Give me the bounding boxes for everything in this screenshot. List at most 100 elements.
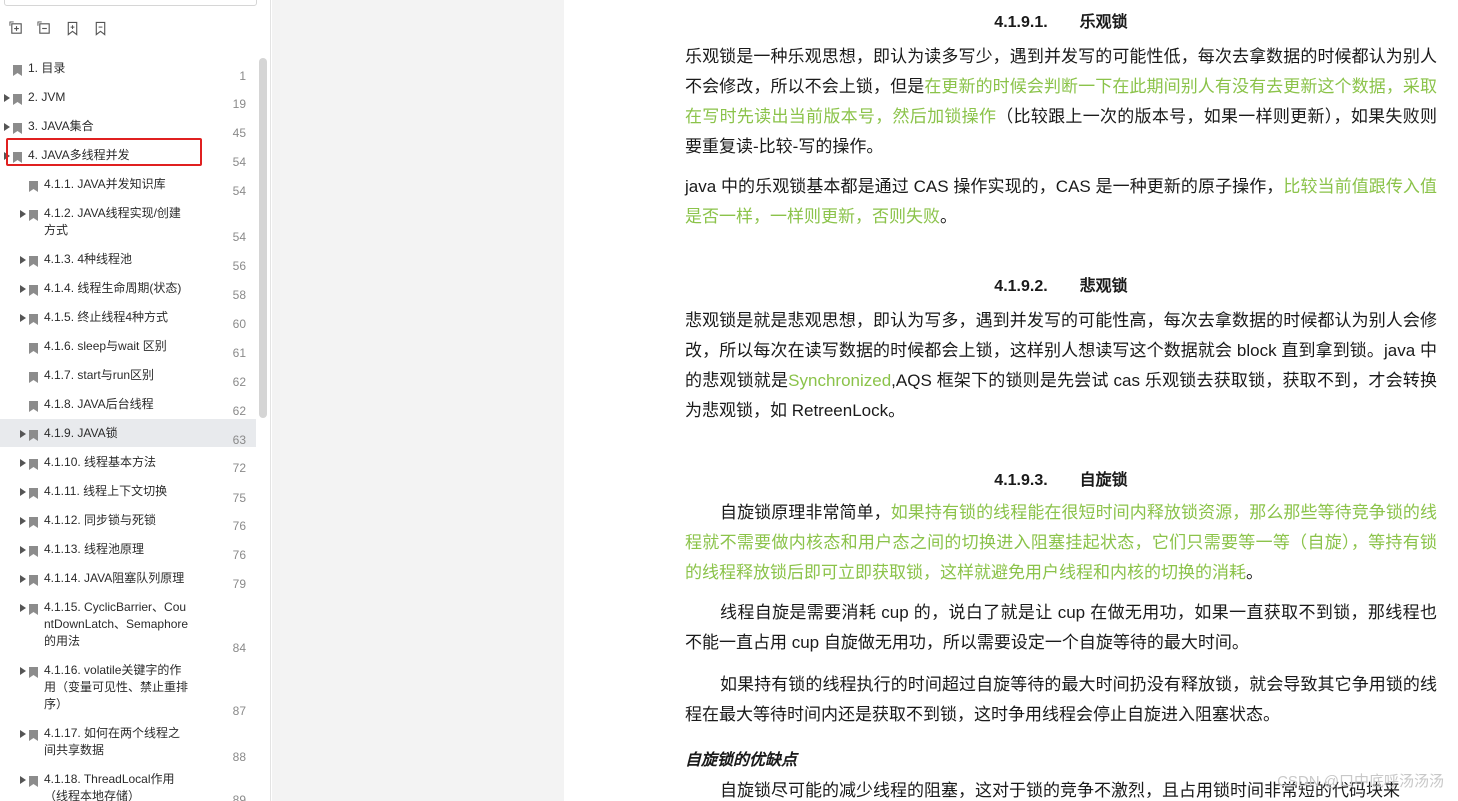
bookmark-icon — [29, 457, 38, 470]
outline-item[interactable]: 4.1.8. JAVA后台线程 62 — [0, 396, 256, 420]
outline-item[interactable]: 4. JAVA多线程并发 54 — [0, 147, 256, 171]
bookmark-icon — [29, 544, 38, 557]
outline-item-page: 58 — [232, 288, 246, 302]
outline-item[interactable]: 1. 目录 1 — [0, 60, 256, 84]
outline-item-page: 45 — [232, 126, 246, 140]
bookmark-icon — [13, 92, 22, 105]
text: 线程自旋是需要消耗 cup 的，说白了就是让 cup 在做无用功，如果一直获取不… — [685, 603, 1437, 652]
outline-item-page: 87 — [232, 704, 246, 718]
expand-arrow-icon[interactable] — [19, 727, 27, 741]
outline-item[interactable]: 4.1.4. 线程生命周期(状态) 58 — [0, 280, 256, 304]
bookmark-icon — [29, 399, 38, 412]
expand-arrow-icon[interactable] — [19, 311, 27, 325]
page-gap — [272, 0, 564, 801]
bookmark-icon — [29, 370, 38, 383]
text: java 中的乐观锁基本都是通过 CAS 操作实现的，CAS 是一种更新的原子操… — [685, 177, 1284, 196]
expand-arrow-icon[interactable] — [19, 207, 27, 221]
outline-item-page: 61 — [232, 346, 246, 360]
collapse-all-icon[interactable] — [36, 20, 53, 37]
bookmark-icon — [29, 341, 38, 354]
section-number: 4.1.9.2. — [994, 278, 1048, 295]
outline-item-label: 4. JAVA多线程并发 — [28, 148, 130, 162]
bookmark-icon — [29, 573, 38, 586]
outline-item[interactable]: 4.1.12. 同步锁与死锁 76 — [0, 512, 256, 536]
outline-item[interactable]: 4.1.9. JAVA锁 63 — [0, 419, 256, 447]
outline-item[interactable]: 4.1.3. 4种线程池 56 — [0, 251, 256, 275]
outline-item-page: 79 — [232, 577, 246, 591]
outline-item[interactable]: 3. JAVA集合 45 — [0, 118, 256, 142]
outline-item[interactable]: 4.1.10. 线程基本方法 72 — [0, 454, 256, 478]
outline-item-label: 4.1.17. 如何在两个线程之间共享数据 — [44, 726, 181, 757]
expand-arrow-icon[interactable] — [19, 601, 27, 615]
search-box[interactable] — [4, 0, 257, 6]
outline-item[interactable]: 4.1.18. ThreadLocal作用（线程本地存储） 89 — [0, 771, 256, 801]
bookmark-icon — [29, 428, 38, 441]
outline-item[interactable]: 4.1.11. 线程上下文切换 75 — [0, 483, 256, 507]
expand-arrow-icon[interactable] — [19, 572, 27, 586]
expand-arrow-icon[interactable] — [19, 485, 27, 499]
bookmark-icon — [29, 179, 38, 192]
outline-item-page: 60 — [232, 317, 246, 331]
paragraph: java 中的乐观锁基本都是通过 CAS 操作实现的，CAS 是一种更新的原子操… — [685, 172, 1437, 232]
outline-item-page: 63 — [232, 433, 246, 447]
outline-item-label: 4.1.15. CyclicBarrier、CountDownLatch、Sem… — [44, 600, 189, 648]
expand-arrow-icon[interactable] — [19, 543, 27, 557]
outline-item-page: 76 — [232, 548, 246, 562]
outline-item-page: 88 — [232, 750, 246, 764]
expand-arrow-icon[interactable] — [3, 120, 11, 134]
outline-item[interactable]: 4.1.7. start与run区别 62 — [0, 367, 256, 391]
outline-item[interactable]: 4.1.17. 如何在两个线程之间共享数据 88 — [0, 725, 256, 765]
expand-arrow-icon[interactable] — [19, 514, 27, 528]
add-bookmark-icon[interactable] — [64, 20, 81, 37]
paragraph: 乐观锁是一种乐观思想，即认为读多写少，遇到并发写的可能性低，每次去拿数据的时候都… — [685, 42, 1437, 162]
section-heading: 4.1.9.2. 悲观锁 — [685, 272, 1437, 296]
outline-item-label: 4.1.18. ThreadLocal作用（线程本地存储） — [44, 772, 175, 801]
bookmark-icon — [13, 150, 22, 163]
outline-item-page: 54 — [232, 230, 246, 244]
outline-item-label: 4.1.1. JAVA并发知识库 — [44, 177, 166, 191]
outline-item-page: 1 — [239, 69, 246, 83]
outline-item-label: 4.1.7. start与run区别 — [44, 368, 155, 382]
outline-item[interactable]: 4.1.2. JAVA线程实现/创建方式 54 — [0, 205, 256, 245]
outline-item-label: 3. JAVA集合 — [28, 119, 94, 133]
outline-item[interactable]: 4.1.5. 终止线程4种方式 60 — [0, 309, 256, 333]
outline-item[interactable]: 4.1.13. 线程池原理 76 — [0, 541, 256, 565]
text: 自旋锁原理非常简单， — [720, 503, 891, 522]
bookmark-toolbar — [8, 20, 109, 40]
outline-item-page: 84 — [232, 641, 246, 655]
expand-arrow-icon[interactable] — [19, 282, 27, 296]
expand-arrow-icon[interactable] — [3, 91, 11, 105]
text: 。 — [940, 207, 957, 226]
bookmark-icon — [29, 254, 38, 267]
expand-arrow-icon[interactable] — [19, 456, 27, 470]
expand-arrow-icon[interactable] — [19, 253, 27, 267]
expand-arrow-icon[interactable] — [19, 773, 27, 787]
document-page: 4.1.9.1. 乐观锁 乐观锁是一种乐观思想，即认为读多写少，遇到并发写的可能性低… — [564, 0, 1458, 801]
bookmark-icon — [29, 774, 38, 787]
scrollbar[interactable] — [259, 58, 267, 418]
expand-arrow-icon[interactable] — [19, 664, 27, 678]
outline-item[interactable]: 4.1.6. sleep与wait 区别 61 — [0, 338, 256, 362]
bookmark-icon — [29, 283, 38, 296]
bookmark-icon — [29, 602, 38, 615]
bookmark-icon — [29, 486, 38, 499]
outline-item[interactable]: 4.1.14. JAVA阻塞队列原理 79 — [0, 570, 256, 594]
outline-item-page: 62 — [232, 404, 246, 418]
expand-arrow-icon[interactable] — [3, 149, 11, 163]
outline-item-page: 62 — [232, 375, 246, 389]
outline-item[interactable]: 2. JVM 19 — [0, 89, 256, 113]
section-number: 4.1.9.1. — [994, 14, 1048, 31]
outline-item-page: 72 — [232, 461, 246, 475]
outline-item-label: 4.1.2. JAVA线程实现/创建方式 — [44, 206, 181, 237]
section-number: 4.1.9.3. — [994, 472, 1048, 489]
expand-all-icon[interactable] — [8, 20, 25, 37]
outline-item[interactable]: 4.1.1. JAVA并发知识库 54 — [0, 176, 256, 200]
bookmark-icon — [29, 665, 38, 678]
outline-item[interactable]: 4.1.16. volatile关键字的作用（变量可见性、禁止重排序） 87 — [0, 662, 256, 718]
bookmark-icon[interactable] — [92, 20, 109, 37]
bookmark-icon — [29, 515, 38, 528]
outline-item[interactable]: 4.1.15. CyclicBarrier、CountDownLatch、Sem… — [0, 599, 256, 655]
expand-arrow-icon[interactable] — [19, 427, 27, 441]
outline-item-page: 54 — [232, 184, 246, 198]
outline-item-label: 2. JVM — [28, 90, 66, 104]
